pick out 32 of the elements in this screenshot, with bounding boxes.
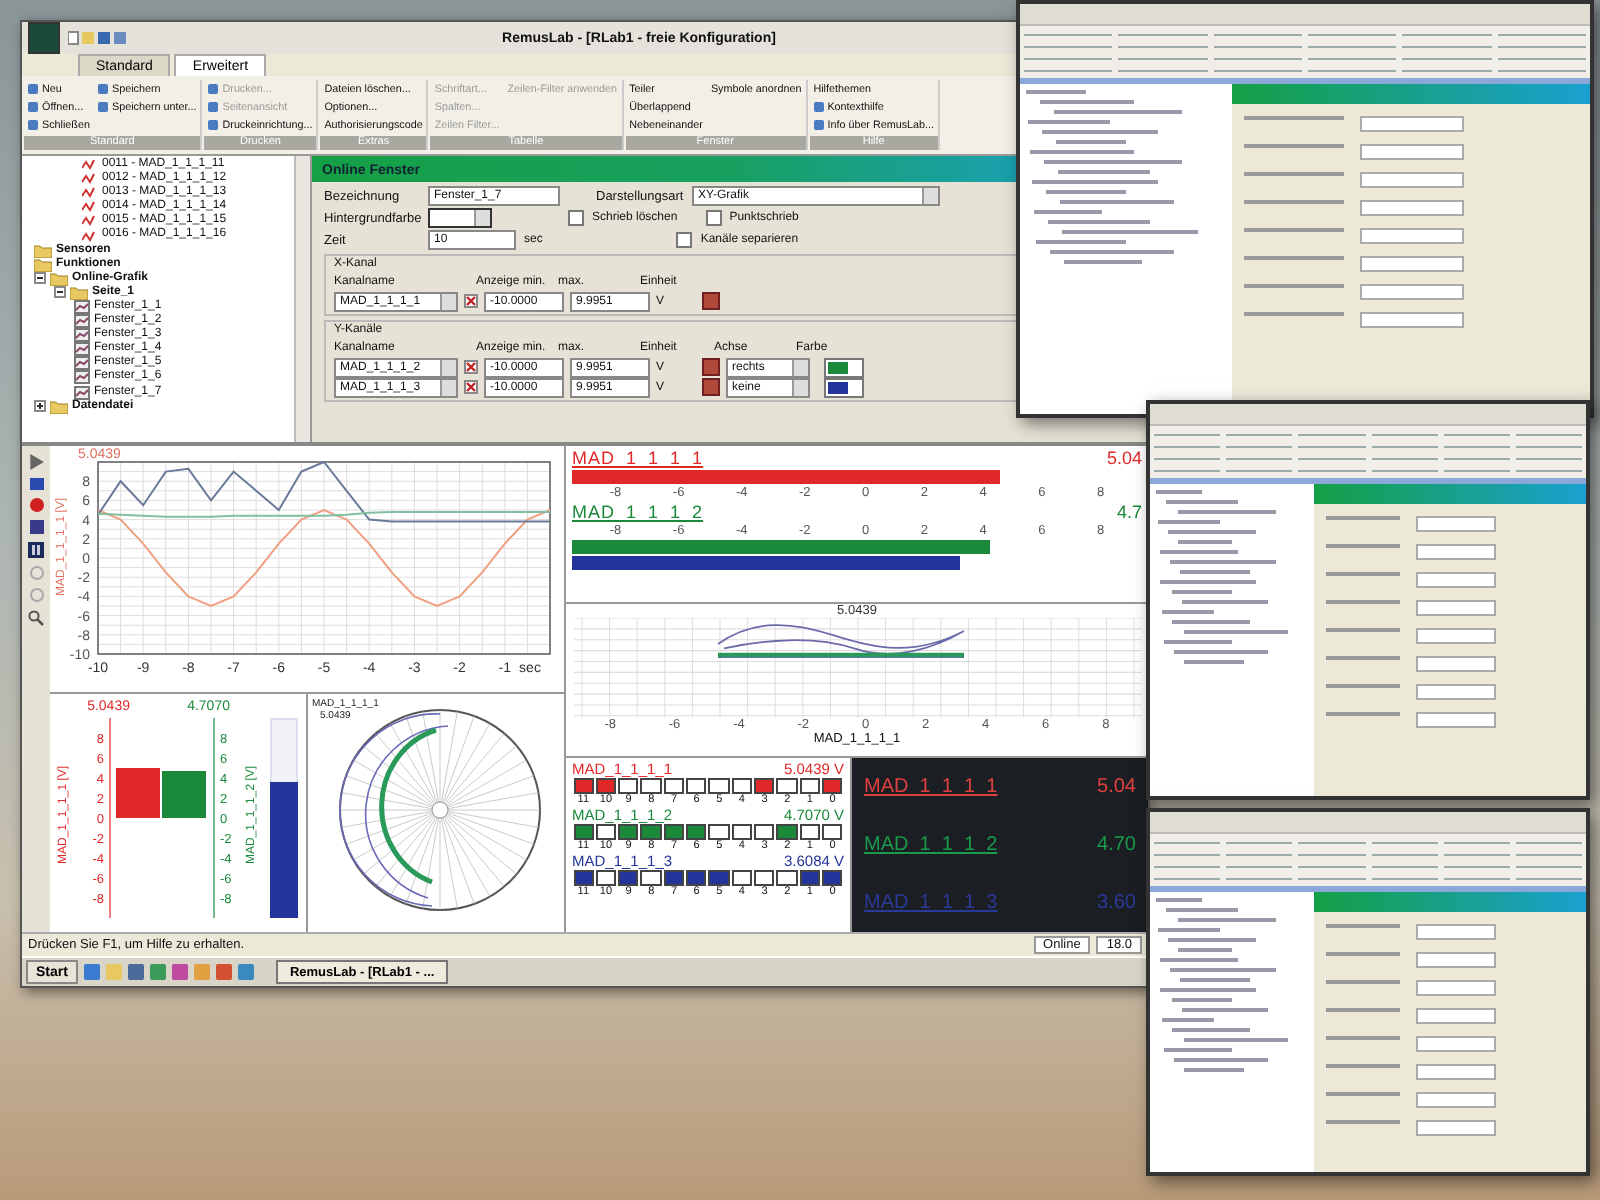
channel-name: MAD_1_1_1_2 bbox=[572, 502, 704, 522]
expander-icon[interactable] bbox=[34, 400, 46, 413]
checkbox[interactable] bbox=[676, 232, 693, 248]
checkbox[interactable] bbox=[705, 210, 722, 226]
delete-icon[interactable] bbox=[464, 380, 478, 394]
channel-value: 5.04 bbox=[1097, 776, 1136, 798]
checkbox[interactable] bbox=[568, 210, 584, 226]
channel-name: MAD_1_1_1_2 bbox=[864, 834, 998, 856]
channel-name: MAD_1_1_1_1 bbox=[572, 448, 704, 468]
pause-icon[interactable] bbox=[28, 542, 44, 558]
play-icon[interactable] bbox=[28, 454, 44, 470]
expander-icon[interactable] bbox=[54, 286, 66, 299]
quick-access-icons[interactable] bbox=[68, 30, 128, 46]
scrollbar[interactable] bbox=[294, 156, 310, 442]
color-dropdown[interactable] bbox=[824, 377, 864, 397]
record-icon[interactable] bbox=[29, 498, 43, 512]
channel-value: 4.70 bbox=[1097, 834, 1136, 856]
search-icon[interactable] bbox=[28, 610, 44, 626]
color-dropdown[interactable] bbox=[824, 357, 864, 377]
channel-name: MAD_1_1_1_1 bbox=[864, 776, 998, 798]
folder-icon bbox=[50, 399, 68, 414]
expander-icon[interactable] bbox=[34, 272, 46, 285]
color-dropdown[interactable] bbox=[428, 208, 492, 228]
stop-icon[interactable] bbox=[29, 478, 43, 490]
delete-icon[interactable] bbox=[464, 294, 478, 308]
app-logo-icon bbox=[28, 22, 60, 54]
channel-name: MAD_1_1_1_3 bbox=[864, 892, 998, 914]
channel-value: 3.60 bbox=[1097, 892, 1136, 914]
channel-value: 5.04 bbox=[1106, 448, 1142, 468]
save-icon[interactable] bbox=[29, 520, 43, 534]
delete-icon[interactable] bbox=[464, 360, 478, 374]
channel-value: 4.7 bbox=[1116, 502, 1142, 522]
